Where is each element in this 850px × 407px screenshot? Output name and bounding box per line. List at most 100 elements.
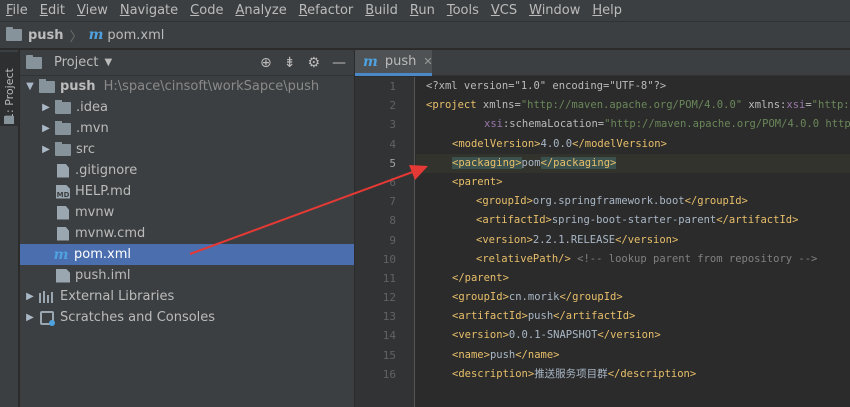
xml-tag: <groupId> <box>452 291 509 304</box>
menu-edit[interactable]: Edit <box>34 0 71 22</box>
menu-navigate[interactable]: Navigate <box>114 0 184 22</box>
breadcrumb-project[interactable]: push <box>6 27 64 43</box>
line-number: 5 <box>389 156 396 170</box>
menu-window[interactable]: Window <box>523 0 586 22</box>
code-line-2[interactable]: <project xmlns="http://maven.apache.org/… <box>416 96 850 115</box>
project-tool-tab[interactable]: 1: Project <box>0 52 19 126</box>
code-line-9[interactable]: <version>2.2.1.RELEASE</version> <box>416 231 850 250</box>
locate-icon[interactable]: ⊕ <box>260 55 272 71</box>
file-icon <box>57 226 69 241</box>
line-number: 9 <box>389 233 396 247</box>
xml-tag: </packaging> <box>540 156 617 169</box>
folder-icon <box>39 78 55 93</box>
close-icon[interactable]: ✕ <box>423 55 432 68</box>
xml-tag: </groupId> <box>684 195 748 208</box>
tree-item-gitignore[interactable]: .gitignore <box>20 160 354 181</box>
library-icon <box>39 290 55 303</box>
menu-view[interactable]: View <box>71 0 114 22</box>
xml-tag: <groupId> <box>476 195 533 208</box>
editor-tab-push[interactable]: m push ✕ <box>355 50 433 76</box>
expanded-arrow-icon[interactable]: ▼ <box>24 81 36 92</box>
project-view-selector[interactable]: Project <box>54 55 98 70</box>
folder-icon <box>55 141 71 156</box>
maven-icon: m <box>88 27 104 43</box>
tree-item-mvnw[interactable]: mvnw <box>20 202 354 223</box>
gear-icon[interactable]: ⚙ <box>307 55 320 71</box>
collapsed-arrow-icon[interactable]: ▶ <box>24 312 36 323</box>
tree-item-idea[interactable]: ▶ .idea <box>20 97 354 118</box>
menu-vcs[interactable]: VCS <box>485 0 523 22</box>
code-line-16[interactable]: <description>推送服务项目群</description> <box>416 365 850 384</box>
tool-window-strip: 1: Project <box>0 50 19 407</box>
xml-tag: <packaging> <box>452 156 522 169</box>
menu-file[interactable]: File <box>0 0 34 22</box>
tree-item-pom-xml[interactable]: m pom.xml <box>20 244 354 265</box>
menu-build[interactable]: Build <box>359 0 404 22</box>
code-line-3[interactable]: xsi:schemaLocation="http://maven.apache.… <box>416 115 850 134</box>
folder-icon <box>6 27 22 41</box>
tree-item-mvn[interactable]: ▶ .mvn <box>20 118 354 139</box>
code-line-13[interactable]: <artifactId>push</artifactId> <box>416 307 850 326</box>
xml-text: 推送服务项目群 <box>534 367 608 380</box>
line-number: 8 <box>389 214 396 228</box>
line-number: 10 <box>382 252 396 266</box>
scratches-icon <box>40 310 55 326</box>
collapse-all-icon[interactable]: ⇟ <box>284 55 296 71</box>
tree-item-label: src <box>76 142 95 157</box>
code-editor[interactable]: <?xml version="1.0" encoding="UTF-8"?> <… <box>416 77 850 407</box>
tree-item-label: mvnw <box>75 205 115 220</box>
code-line-11[interactable]: </parent> <box>416 269 850 288</box>
tree-item-label: mvnw.cmd <box>75 226 146 241</box>
folder-icon <box>4 116 14 124</box>
collapsed-arrow-icon[interactable]: ▶ <box>40 102 52 113</box>
collapsed-arrow-icon[interactable]: ▶ <box>24 291 36 302</box>
tree-item-src[interactable]: ▶ src <box>20 139 354 160</box>
menu-tools[interactable]: Tools <box>441 0 485 22</box>
code-line-4[interactable]: <modelVersion>4.0.0</modelVersion> <box>416 135 850 154</box>
tree-item-label: .idea <box>76 100 108 115</box>
code-line-7[interactable]: <groupId>org.springframework.boot</group… <box>416 192 850 211</box>
editor-tab-label: push <box>384 54 417 69</box>
tree-item-label: .gitignore <box>75 163 138 178</box>
code-line-14[interactable]: <version>0.0.1-SNAPSHOT</version> <box>416 326 850 345</box>
xml-tag: <relativePath/> <box>476 252 571 265</box>
markdown-file-icon: MD <box>56 184 70 199</box>
chevron-down-icon[interactable]: ▼ <box>104 57 112 68</box>
line-number: 16 <box>382 367 396 381</box>
code-line-8[interactable]: <artifactId>spring-boot-starter-parent</… <box>416 211 850 230</box>
minimize-icon[interactable]: — <box>332 55 346 71</box>
tree-item-mvnw-cmd[interactable]: mvnw.cmd <box>20 223 354 244</box>
code-line-15[interactable]: <name>push</name> <box>416 346 850 365</box>
code-line-1[interactable]: <?xml version="1.0" encoding="UTF-8"?> <box>416 77 850 96</box>
code-line-10[interactable]: <relativePath/> <!-- lookup parent from … <box>416 250 850 269</box>
project-tool-tab-label: 1: Project <box>3 68 16 120</box>
code-line-5[interactable]: <packaging>pom</packaging> <box>416 153 850 173</box>
tree-item-help-md[interactable]: MD HELP.md <box>20 181 354 202</box>
xml-tag: </description> <box>607 367 697 380</box>
code-line-6[interactable]: <parent> <box>416 173 850 192</box>
tree-item-scratches[interactable]: ▶ Scratches and Consoles <box>20 307 354 328</box>
collapsed-arrow-icon[interactable]: ▶ <box>40 123 52 134</box>
line-number: 7 <box>389 195 396 209</box>
file-icon <box>57 163 69 178</box>
menu-code[interactable]: Code <box>184 0 229 22</box>
menu-help[interactable]: Help <box>586 0 628 22</box>
breadcrumb-file[interactable]: m pom.xml <box>89 27 165 43</box>
collapsed-arrow-icon[interactable]: ▶ <box>40 144 52 155</box>
xml-attr: xmlns: <box>742 99 787 112</box>
file-icon <box>57 205 69 220</box>
tree-item-external-libraries[interactable]: ▶ External Libraries <box>20 286 354 307</box>
xml-declaration: <?xml version="1.0" encoding="UTF-8"?> <box>426 80 667 92</box>
line-number: 14 <box>382 329 396 343</box>
menu-run[interactable]: Run <box>404 0 441 22</box>
tree-item-label: push.iml <box>75 268 131 283</box>
folder-icon <box>55 99 71 114</box>
xml-text: cn.morik <box>508 291 560 304</box>
line-number: 4 <box>389 137 396 151</box>
menu-refactor[interactable]: Refactor <box>293 0 360 22</box>
tree-item-push-iml[interactable]: push.iml <box>20 265 354 286</box>
xml-tag: </version> <box>615 233 679 246</box>
menu-analyze[interactable]: Analyze <box>229 0 292 22</box>
tree-root-push[interactable]: ▼ push H:\space\cinsoft\workSapce\push <box>20 76 354 97</box>
code-line-12[interactable]: <groupId>cn.morik</groupId> <box>416 288 850 307</box>
